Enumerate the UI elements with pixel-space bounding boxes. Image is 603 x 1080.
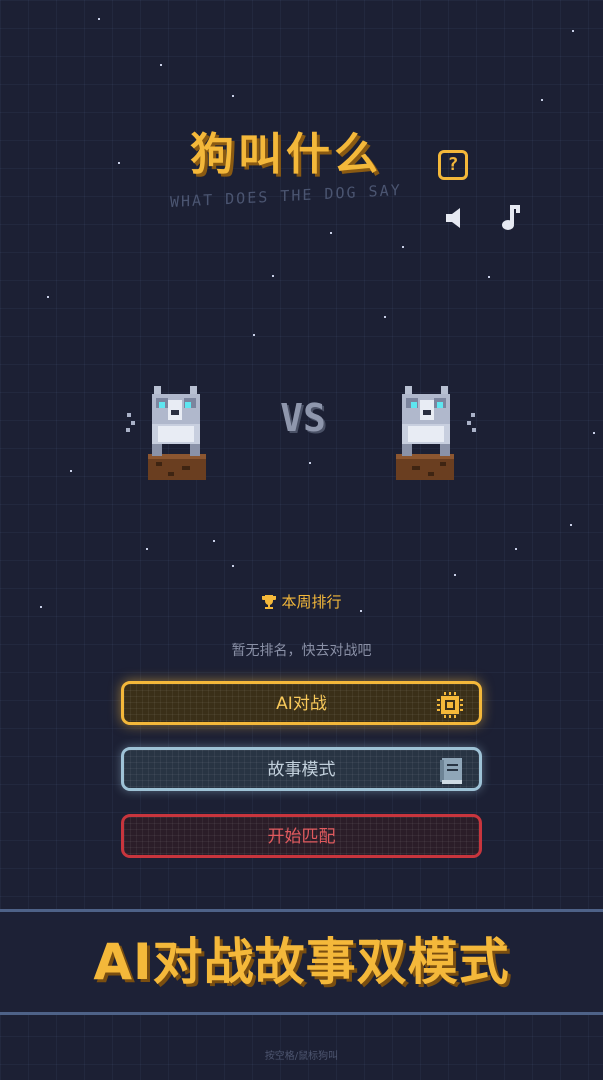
ranking-empty-text: 暂无排名，快去对战吧 <box>231 643 372 659</box>
help-icon[interactable]: ? <box>438 150 468 180</box>
opponent-dog-right <box>396 386 476 480</box>
player-dog-left <box>126 386 206 480</box>
story-mode-button[interactable]: 故事模式 <box>121 747 482 791</box>
trophy-icon <box>262 595 277 609</box>
chip-icon <box>437 692 463 718</box>
weekly-ranking-label: 本周排行 <box>281 593 342 611</box>
weekly-ranking-header: 本周排行 <box>0 591 603 612</box>
music-note-icon[interactable] <box>498 202 522 232</box>
vs-label: VS <box>280 396 326 440</box>
game-subtitle: WHAT DOES THE DOG SAY <box>170 180 402 212</box>
promo-banner: AI对战故事双模式 <box>0 909 603 1015</box>
game-title: 狗叫什么 <box>190 129 382 180</box>
promo-banner-text: AI对战故事双模式 <box>93 933 510 991</box>
book-icon <box>440 758 462 784</box>
control-hint: 按空格/鼠标狗叫 <box>264 1051 339 1062</box>
start-match-label: 开始匹配 <box>267 827 336 847</box>
ai-battle-button[interactable]: AI对战 <box>121 681 482 725</box>
start-match-button[interactable]: 开始匹配 <box>121 814 482 858</box>
speaker-icon[interactable] <box>444 205 466 231</box>
story-mode-label: 故事模式 <box>267 760 336 780</box>
ai-battle-label: AI对战 <box>276 694 327 714</box>
